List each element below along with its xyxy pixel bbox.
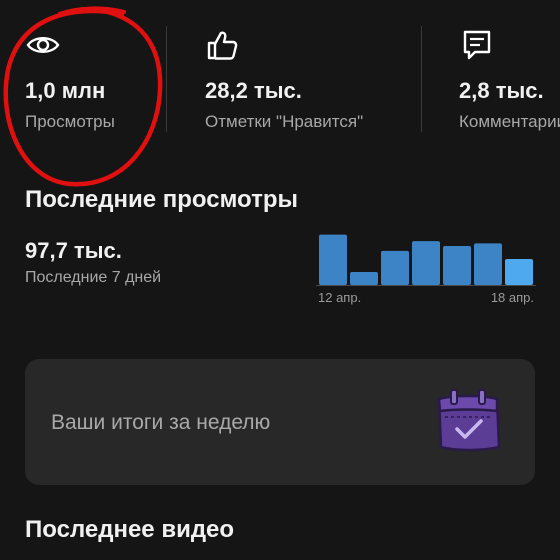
eye-icon: [26, 37, 60, 53]
comment-icon: [463, 30, 491, 60]
weekly-summary-text: Ваши итоги за неделю: [51, 411, 271, 434]
chart-tick-label: 12 апр.: [318, 290, 361, 305]
stat-divider: [166, 26, 167, 132]
last-video-title: Последнее видео: [25, 516, 235, 543]
recent-views-subtitle: Последние 7 дней: [25, 269, 162, 286]
chart-bar: [505, 259, 533, 285]
stat-comments-label: Комментарии: [459, 112, 560, 131]
chart-tick-label: 18 апр.: [491, 290, 534, 305]
chart-bar: [350, 272, 378, 285]
recent-views-value: 97,7 тыс.: [25, 238, 122, 263]
stat-likes-value: 28,2 тыс.: [205, 78, 302, 103]
stat-divider: [421, 26, 422, 132]
thumbs-up-icon: [207, 31, 238, 60]
stat-comments[interactable]: 2,8 тыс. Комментарии: [459, 28, 560, 131]
stat-likes[interactable]: 28,2 тыс. Отметки "Нравится": [205, 28, 363, 131]
chart-bar: [381, 250, 409, 285]
recent-views-title: Последние просмотры: [25, 186, 298, 213]
recent-views-chart[interactable]: 12 апр. 18 апр.: [316, 228, 536, 312]
chart-bar: [443, 246, 471, 285]
calendar-check-icon: [437, 389, 501, 452]
weekly-summary-card[interactable]: Ваши итоги за неделю: [25, 359, 535, 485]
stat-likes-label: Отметки "Нравится": [205, 112, 364, 131]
stat-views[interactable]: 1,0 млн Просмотры: [25, 28, 115, 131]
chart-bar: [412, 241, 440, 285]
chart-bar: [474, 243, 502, 285]
chart-bar: [319, 234, 347, 285]
stat-comments-value: 2,8 тыс.: [459, 78, 544, 103]
stat-views-label: Просмотры: [25, 112, 115, 131]
stat-views-value: 1,0 млн: [25, 78, 106, 103]
